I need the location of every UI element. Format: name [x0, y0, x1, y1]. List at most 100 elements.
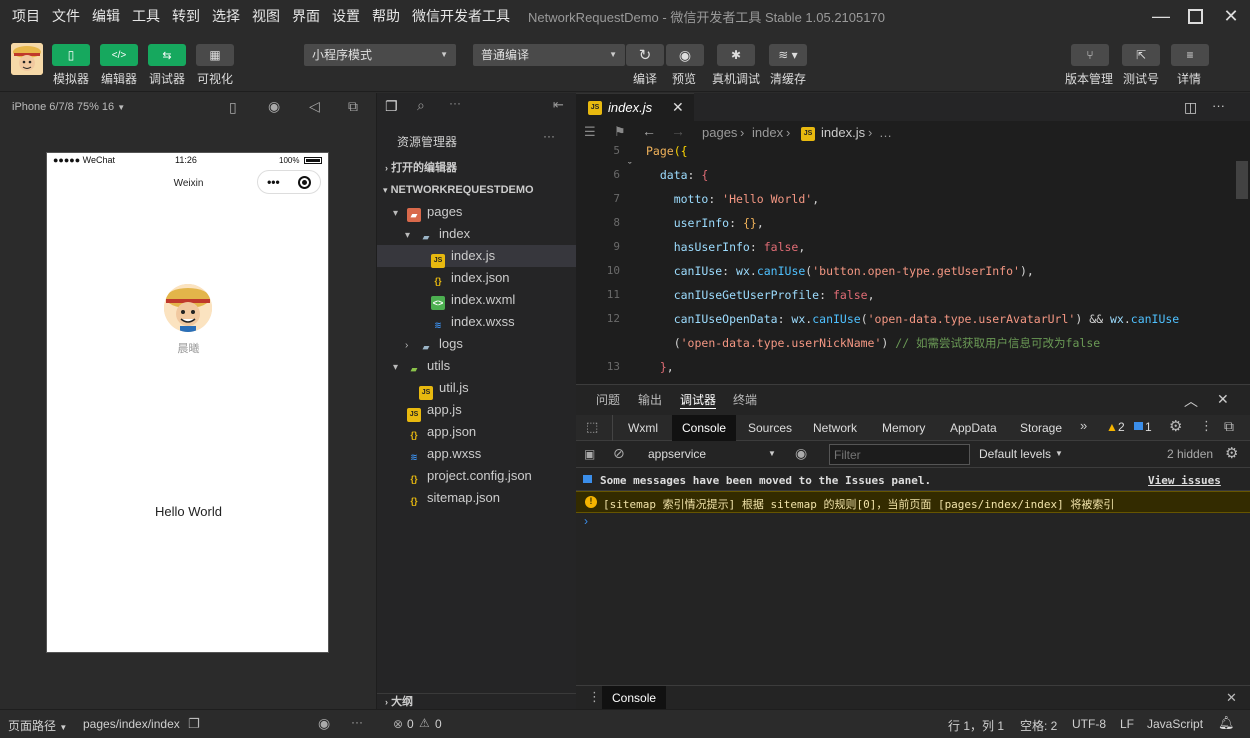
copy-icon[interactable]: ❐: [188, 716, 200, 732]
tree-item-logs[interactable]: › ▰ logs: [377, 333, 577, 355]
code-line[interactable]: ('open-data.type.userNickName') // 如需尝试获…: [576, 331, 1250, 355]
crumb-more[interactable]: …: [879, 125, 892, 140]
exit-icon[interactable]: [297, 175, 311, 189]
console-prompt[interactable]: ›: [584, 514, 588, 528]
explorer-more-icon[interactable]: ···: [543, 129, 555, 143]
tree-item-utils[interactable]: ▾ ▰ utils: [377, 355, 577, 377]
minimize-icon[interactable]: —: [1144, 0, 1178, 32]
phone-icon[interactable]: ▯: [229, 99, 237, 116]
collapse-panel-icon[interactable]: ⇤: [553, 97, 564, 113]
outline-section[interactable]: › 大纲: [377, 693, 577, 709]
inspect-icon[interactable]: ⬚: [586, 419, 598, 435]
more-icon[interactable]: •••: [267, 175, 280, 189]
filter-input[interactable]: [829, 444, 970, 465]
tree-item-util-js[interactable]: JS util.js: [377, 377, 577, 400]
tab-network[interactable]: Network: [813, 413, 857, 443]
menu-help[interactable]: 帮助: [366, 0, 406, 32]
code-line[interactable]: 10 canIUse: wx.canIUse('button.open-type…: [576, 259, 1250, 283]
crumb-file[interactable]: index.js: [821, 125, 865, 140]
warning-count[interactable]: 0: [435, 717, 442, 731]
tree-item-project-config-json[interactable]: {} project.config.json: [377, 465, 577, 487]
editor-toggle-button[interactable]: </>: [100, 44, 138, 66]
kebab-icon[interactable]: ⋮: [588, 689, 601, 705]
tab-memory[interactable]: Memory: [882, 413, 925, 443]
code-line[interactable]: 11 canIUseGetUserProfile: false,: [576, 283, 1250, 307]
drawer-tab-console[interactable]: Console: [602, 686, 667, 710]
tab-sources[interactable]: Sources: [748, 413, 792, 443]
tab-terminal[interactable]: 终端: [733, 385, 757, 415]
preview-button[interactable]: ◉: [666, 44, 704, 66]
code-area[interactable]: 5 Page({6 data: {7 motto: 'Hello World', 8…: [576, 145, 1250, 384]
kebab-icon[interactable]: ⋮: [1200, 418, 1213, 434]
popout-icon[interactable]: ⧉: [348, 98, 358, 115]
error-count[interactable]: 0: [407, 717, 414, 731]
menu-project[interactable]: 项目: [6, 0, 46, 32]
tab-storage[interactable]: Storage: [1020, 413, 1062, 443]
end-of-line[interactable]: LF: [1120, 717, 1134, 731]
info-count[interactable]: 1: [1145, 420, 1152, 434]
tree-item-index[interactable]: ▾ ▰ index: [377, 223, 577, 245]
close-icon[interactable]: ✕: [672, 99, 684, 116]
debugger-toggle-button[interactable]: ⇆: [148, 44, 186, 66]
mode-select[interactable]: 小程序模式 ▼: [304, 44, 456, 66]
list-icon[interactable]: ☰: [584, 124, 596, 140]
editor-scrollbar[interactable]: [1236, 161, 1248, 199]
tree-item-sitemap-json[interactable]: {} sitemap.json: [377, 487, 577, 509]
version-button[interactable]: ⑂: [1071, 44, 1109, 66]
menu-edit[interactable]: 编辑: [86, 0, 126, 32]
context-select[interactable]: appservice: [648, 447, 706, 461]
search-icon[interactable]: ⌕: [417, 97, 425, 114]
maximize-icon[interactable]: [1178, 0, 1212, 32]
eye-icon[interactable]: ◉: [795, 445, 807, 462]
cursor-position[interactable]: 行 1，列 1: [948, 717, 1004, 734]
tab-wxml[interactable]: Wxml: [628, 413, 658, 443]
close-panel-icon[interactable]: ✕: [1217, 391, 1229, 408]
volume-icon[interactable]: ◁: [309, 98, 320, 115]
console-settings-icon[interactable]: ⚙: [1225, 444, 1238, 462]
indentation[interactable]: 空格: 2: [1020, 717, 1057, 734]
tab-output[interactable]: 输出: [638, 385, 662, 415]
code-line[interactable]: 5 Page({: [576, 145, 1250, 163]
menu-settings[interactable]: 设置: [326, 0, 366, 32]
open-editors-section[interactable]: › 打开的编辑器: [377, 157, 577, 179]
eye-icon[interactable]: ◉: [318, 715, 330, 732]
menu-interface[interactable]: 界面: [286, 0, 326, 32]
sidebar-toggle-icon[interactable]: ▣: [584, 447, 595, 461]
tab-appdata[interactable]: AppData: [950, 413, 997, 443]
tab-console[interactable]: Console: [672, 415, 737, 441]
levels-select[interactable]: Default levels: [979, 447, 1051, 461]
tab-index-js[interactable]: JS index.js ✕: [576, 93, 694, 121]
dock-icon[interactable]: ⧉: [1224, 418, 1234, 435]
view-issues-link[interactable]: View issues: [1148, 474, 1221, 487]
tree-item-app-js[interactable]: JS app.js: [377, 399, 577, 422]
menu-wechat-devtools[interactable]: 微信开发者工具: [406, 0, 516, 32]
menu-file[interactable]: 文件: [46, 0, 86, 32]
menu-tools[interactable]: 工具: [126, 0, 166, 32]
tab-problems[interactable]: 问题: [596, 385, 620, 415]
real-device-debug-button[interactable]: ✱: [717, 44, 755, 66]
more-tabs-icon[interactable]: »: [1080, 418, 1087, 433]
warning-count[interactable]: 2: [1118, 420, 1125, 434]
forward-arrow-icon[interactable]: →: [671, 123, 685, 139]
clear-console-icon[interactable]: ⊘: [613, 445, 625, 462]
tree-item-index-js[interactable]: JS index.js: [377, 245, 577, 268]
split-editor-icon[interactable]: ◫: [1184, 99, 1197, 116]
test-id-button[interactable]: ⇱: [1122, 44, 1160, 66]
language-mode[interactable]: JavaScript: [1147, 717, 1203, 731]
menu-select[interactable]: 选择: [206, 0, 246, 32]
encoding[interactable]: UTF-8: [1072, 717, 1106, 731]
code-line[interactable]: 13 },: [576, 355, 1250, 379]
capsule-menu[interactable]: •••: [257, 170, 321, 194]
tab-debugger[interactable]: 调试器: [680, 385, 717, 409]
compile-button[interactable]: ↻: [626, 44, 664, 66]
close-icon[interactable]: ✕: [1214, 0, 1248, 32]
gear-icon[interactable]: ⚙: [1169, 417, 1182, 435]
menu-view[interactable]: 视图: [246, 0, 286, 32]
tree-item-index-json[interactable]: {} index.json: [377, 267, 577, 289]
visual-toggle-button[interactable]: ▦: [196, 44, 234, 66]
tree-item-app-wxss[interactable]: ≋ app.wxss: [377, 443, 577, 465]
fold-chevron-icon[interactable]: ˇ: [628, 145, 632, 149]
device-select[interactable]: iPhone 6/7/8 75% 16 ▼: [12, 101, 125, 113]
page-path-label[interactable]: 页面路径 ▼: [8, 717, 67, 734]
crumb-index[interactable]: index: [752, 125, 783, 140]
